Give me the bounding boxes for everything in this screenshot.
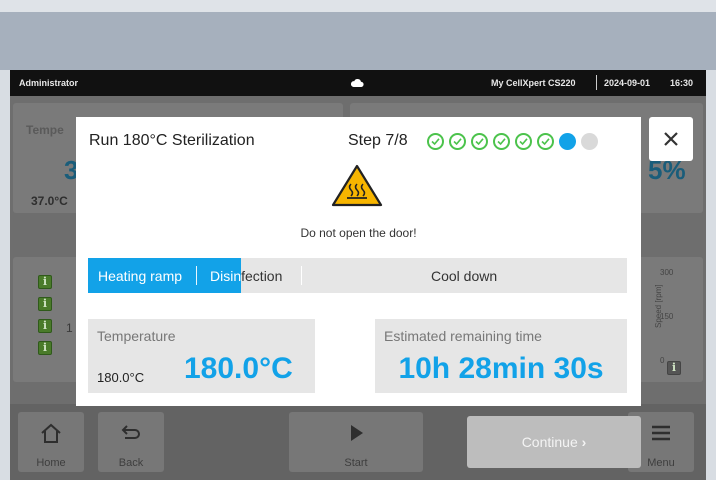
play-icon [351, 425, 363, 441]
step-done-icon [449, 133, 466, 150]
temperature-label: Temperature [97, 328, 176, 344]
info-icon [38, 319, 52, 333]
step-done-icon [471, 133, 488, 150]
home-label: Home [36, 457, 66, 469]
step-pending-icon [581, 133, 598, 150]
temperature-panel: Temperature 180.0°C 180.0°C [88, 319, 315, 393]
bg-row-value: 1 [66, 321, 73, 335]
time-label: 16:30 [670, 78, 694, 88]
step-current-icon [559, 133, 576, 150]
remaining-time-panel: Estimated remaining time 10h 28min 30s [375, 319, 627, 393]
continue-button[interactable]: Continue › [467, 416, 641, 468]
home-button[interactable]: Home [18, 412, 84, 472]
bg-card-label: Tempe [26, 123, 64, 137]
chart-icon [667, 361, 681, 375]
remaining-time-value: 10h 28min 30s [398, 352, 604, 385]
axis-label: Speed [rpm] [654, 284, 663, 328]
warning-text: Do not open the door! [300, 226, 417, 240]
top-band [0, 0, 716, 12]
close-button[interactable] [649, 117, 693, 161]
temperature-setpoint: 180.0°C [97, 370, 145, 385]
back-label: Back [118, 457, 144, 469]
back-button[interactable]: Back [98, 412, 164, 472]
back-arrow-icon [121, 425, 140, 439]
dialog-title: Run 180°C Sterilization [89, 132, 255, 149]
phase-heating-ramp: Heating ramp [98, 268, 183, 284]
axis-tick-top: 300 [660, 268, 674, 277]
phase-divider [196, 266, 197, 285]
cloud-icon [350, 79, 364, 87]
status-divider [596, 75, 597, 90]
step-label: Step 7/8 [348, 132, 408, 149]
continue-label: Continue [521, 434, 578, 450]
phase-cool-down: Cool down [431, 268, 498, 284]
info-icon [38, 341, 52, 355]
step-done-icon [537, 133, 554, 150]
remaining-time-label: Estimated remaining time [384, 328, 542, 344]
status-bar: Administrator My CellXpert CS220 2024-09… [10, 70, 706, 96]
phase-progress-bar: Heating ramp Disinfection Cool down [88, 258, 627, 293]
temperature-value: 180.0°C [184, 352, 293, 385]
close-icon [664, 132, 678, 146]
info-icon [38, 297, 52, 311]
device-name: My CellXpert CS220 [491, 78, 576, 88]
date-label: 2024-09-01 [604, 78, 651, 88]
hamburger-icon [652, 425, 670, 441]
phase-divider [301, 266, 302, 285]
chevron-right-icon: › [581, 434, 587, 450]
phase-disinfection: Disinfection [210, 268, 283, 284]
step-done-icon [493, 133, 510, 150]
sterilization-dialog: Run 180°C Sterilization Step 7/8 Do not … [76, 117, 641, 406]
home-icon [41, 423, 61, 443]
user-label: Administrator [19, 78, 79, 88]
start-label: Start [344, 457, 368, 469]
axis-tick-low: 0 [660, 356, 665, 365]
start-button[interactable]: Start [289, 412, 423, 472]
info-icon [38, 275, 52, 289]
step-done-icon [515, 133, 532, 150]
bg-card-sub: 37.0°C [31, 194, 68, 208]
step-done-icon [427, 133, 444, 150]
header-band [0, 12, 716, 70]
hot-surface-warning-icon [331, 164, 383, 207]
